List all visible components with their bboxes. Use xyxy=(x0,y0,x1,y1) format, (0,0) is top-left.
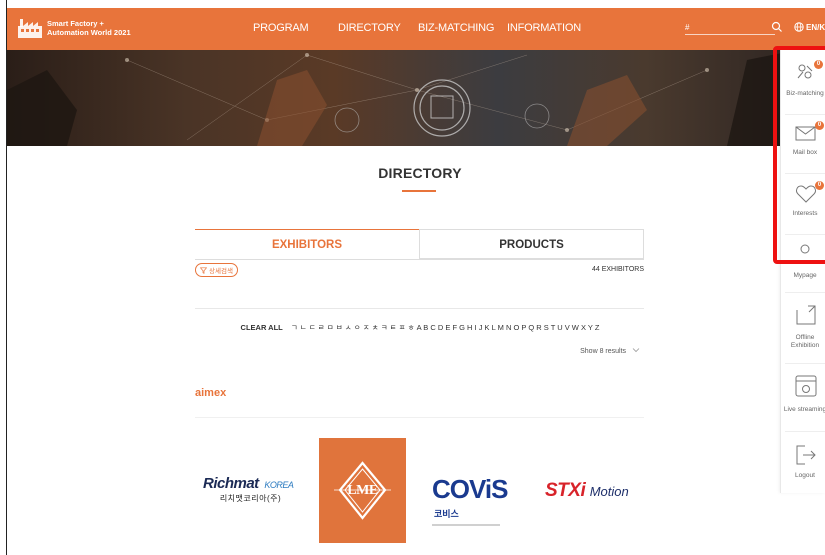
external-link-icon xyxy=(795,304,817,326)
detail-search-button[interactable]: 상세검색 xyxy=(195,263,238,277)
clear-all-button[interactable]: CLEAR ALL xyxy=(241,323,283,332)
quick-logout-label: Logout xyxy=(795,472,815,479)
top-header: Smart Factory + Automation World 2021 PR… xyxy=(7,8,825,50)
covis-korean-text: 코비스 xyxy=(434,509,459,519)
nav-program[interactable]: PROGRAM xyxy=(253,22,309,34)
globe-icon xyxy=(794,22,804,32)
logout-icon xyxy=(795,444,817,466)
covis-logo-text: COViS xyxy=(432,474,508,504)
exhibitor-count: 44 EXHIBITORS xyxy=(591,266,644,273)
tab-products[interactable]: PRODUCTS xyxy=(419,229,644,259)
tab-exhibitors[interactable]: EXHIBITORS xyxy=(195,229,419,259)
sidebar-divider xyxy=(785,431,825,432)
logo-line-2: Automation World 2021 xyxy=(47,28,131,37)
richmat-korean-name: 리치맷코리아(주) xyxy=(219,494,282,503)
richmat-logo-sub: KOREA xyxy=(264,480,294,490)
quick-logout[interactable]: Logout xyxy=(781,438,825,498)
factory-logo-icon xyxy=(17,17,43,39)
quick-offline-exhibition[interactable]: Offline Exhibition xyxy=(781,298,825,358)
nav-information[interactable]: INFORMATION xyxy=(507,22,581,34)
exhibitor-card-covis[interactable]: COViS 코비스 xyxy=(432,474,522,526)
richmat-logo-text: Richmat xyxy=(203,475,259,492)
alphabet-letters[interactable]: ㄱ ㄴ ㄷ ㄹ ㅁ ㅂ ㅅ ㅇ ㅈ ㅊ ㅋ ㅌ ㅍ ㅎ A B C D E F … xyxy=(291,323,600,332)
nav-directory[interactable]: DIRECTORY xyxy=(338,22,401,34)
detail-search-label: 상세검색 xyxy=(209,268,233,275)
title-underline xyxy=(402,190,436,192)
highlight-annotation-box xyxy=(773,46,825,264)
quick-live-streaming[interactable]: Live streaming xyxy=(781,368,825,428)
logo-text: Smart Factory + Automation World 2021 xyxy=(47,19,131,37)
tab-divider xyxy=(195,259,644,260)
section-title: aimex xyxy=(195,387,227,399)
cards-divider xyxy=(195,417,644,418)
exhibitor-card-stxi[interactable]: STXi Motion xyxy=(545,480,637,504)
search-input[interactable] xyxy=(685,21,775,35)
stxi-motion-text: Motion xyxy=(589,484,629,499)
alphabet-filter: CLEAR ALL ㄱ ㄴ ㄷ ㄹ ㅁ ㅂ ㅅ ㅇ ㅈ ㅊ ㅋ ㅌ ㅍ ㅎ A … xyxy=(200,322,640,333)
covis-tagline-bar xyxy=(432,524,500,526)
stxi-logo-text: STXi xyxy=(545,480,586,501)
sidebar-divider xyxy=(785,363,825,364)
quick-live-streaming-label: Live streaming xyxy=(783,406,825,413)
page: Smart Factory + Automation World 2021 PR… xyxy=(0,0,825,555)
filter-divider xyxy=(195,308,644,309)
exhibitor-card-richmat[interactable]: Richmat KOREA 리치맷코리아(주) xyxy=(203,475,298,511)
filter-icon xyxy=(199,266,208,274)
language-switch[interactable]: EN/KO xyxy=(794,22,825,32)
hero-banner xyxy=(7,50,825,146)
quick-mypage-label: Mypage xyxy=(793,272,817,279)
language-label: EN/KO xyxy=(806,22,825,32)
chevron-down-icon xyxy=(632,347,640,353)
results-per-page-select[interactable]: Show 8 results xyxy=(560,347,640,355)
site-logo[interactable]: Smart Factory + Automation World 2021 xyxy=(17,13,137,43)
live-icon xyxy=(795,374,817,398)
sidebar-divider xyxy=(785,292,825,293)
results-per-page-label: Show 8 results xyxy=(580,348,627,355)
page-title: DIRECTORY xyxy=(378,165,462,181)
logo-line-1: Smart Factory + xyxy=(47,19,104,28)
search-icon[interactable] xyxy=(771,20,783,32)
exhibitor-card-lme[interactable]: LME xyxy=(319,438,406,543)
nav-biz-matching[interactable]: BIZ-MATCHING xyxy=(418,22,494,34)
lme-logo-text: LME xyxy=(347,483,378,498)
quick-offline-exhibition-label: Offline Exhibition xyxy=(790,334,820,349)
